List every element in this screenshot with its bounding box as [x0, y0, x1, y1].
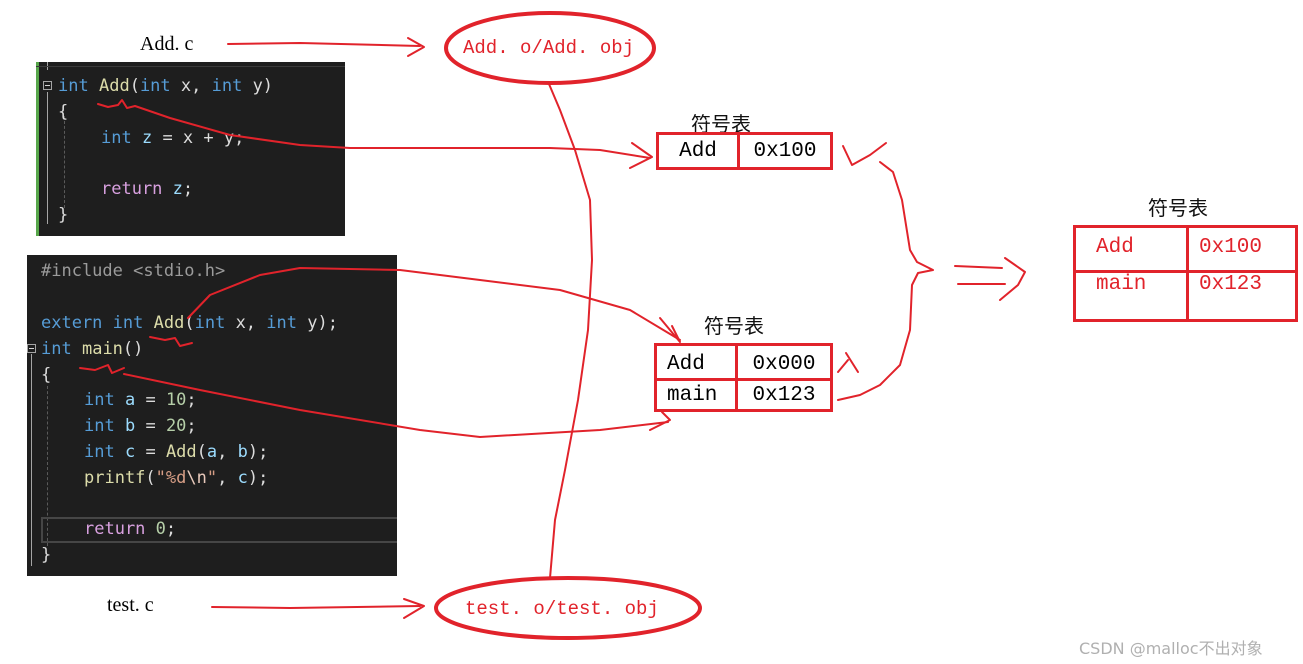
- block-guide: [47, 92, 48, 224]
- test-obj-label: test. o/test. obj: [465, 598, 659, 620]
- code-line: printf("%d\n", c);: [84, 468, 269, 488]
- code-line: int Add(int x, int y): [58, 76, 274, 96]
- check-mark: [842, 142, 887, 166]
- code-line: return z;: [101, 179, 194, 199]
- merge-brace: [837, 161, 934, 401]
- symbol-name: main: [654, 378, 738, 412]
- table-row: Add 0x000: [654, 343, 833, 381]
- arrow-head: [407, 37, 425, 57]
- code-line: {: [41, 365, 52, 385]
- code-line-include: #include <stdio.h>: [41, 261, 226, 281]
- code-line: {: [58, 102, 69, 122]
- arrow-head: [999, 257, 1026, 301]
- symbol-name: Add: [1073, 225, 1189, 273]
- arrow-head: [649, 411, 671, 431]
- link-line: [548, 83, 593, 579]
- symbol-name: Add: [654, 343, 738, 381]
- arrow-head: [403, 598, 425, 619]
- arrow-head: [629, 142, 653, 169]
- code-line: int a = 10;: [84, 390, 197, 410]
- gutter-bar: [36, 62, 39, 236]
- editor-separator: [36, 62, 345, 67]
- add-c-label: Add. c: [140, 33, 194, 55]
- code-line-main: int main(): [41, 339, 144, 359]
- arrow-add-c-to-obj: [227, 42, 421, 47]
- symbol-address: 0x000: [735, 343, 833, 381]
- add-obj-label: Add. o/Add. obj: [463, 37, 635, 59]
- symbol-address: 0x100: [737, 132, 833, 170]
- block-guide: [31, 354, 32, 566]
- collapse-icon[interactable]: [43, 81, 52, 90]
- symbol-address: 0x100: [1186, 225, 1298, 273]
- indent-guide-dashed: [64, 116, 65, 208]
- test-c-code-panel: #include <stdio.h> extern int Add(int x,…: [27, 255, 397, 576]
- test-symbol-table-title: 符号表: [704, 314, 764, 338]
- code-line: int b = 20;: [84, 416, 197, 436]
- code-line: int z = x + y;: [101, 128, 245, 148]
- table-row: Add 0x100: [656, 132, 833, 170]
- arrow-test-c-to-obj: [211, 605, 421, 609]
- symbol-name: Add: [656, 132, 740, 170]
- add-obj-symbol-table: Add 0x100: [656, 132, 833, 170]
- test-c-label: test. c: [107, 594, 154, 616]
- arrow-head: [659, 317, 681, 343]
- table-row: main 0x123: [654, 378, 833, 412]
- watermark: CSDN @malloc不出对象: [1079, 639, 1263, 658]
- symbol-name: main: [1073, 270, 1189, 322]
- code-line: return 0;: [84, 519, 177, 539]
- add-c-code-panel: int Add(int x, int y) { int z = x + y; r…: [36, 62, 345, 236]
- code-line: }: [58, 205, 69, 225]
- test-obj-symbol-table: Add 0x000 main 0x123: [654, 343, 833, 412]
- cross-mark: [837, 352, 859, 373]
- merged-symbol-table-title: 符号表: [1148, 196, 1208, 220]
- symbol-address: 0x123: [1186, 270, 1298, 322]
- code-line: }: [41, 545, 52, 565]
- code-line-extern: extern int Add(int x, int y);: [41, 313, 338, 333]
- implies-arrow: [954, 265, 1006, 285]
- merged-symbol-table: Add 0x100 main 0x123: [1073, 225, 1298, 322]
- code-line: int c = Add(a, b);: [84, 442, 269, 462]
- collapse-icon[interactable]: [27, 344, 36, 353]
- table-row: main 0x123: [1073, 270, 1298, 322]
- symbol-address: 0x123: [735, 378, 833, 412]
- table-row: Add 0x100: [1073, 225, 1298, 273]
